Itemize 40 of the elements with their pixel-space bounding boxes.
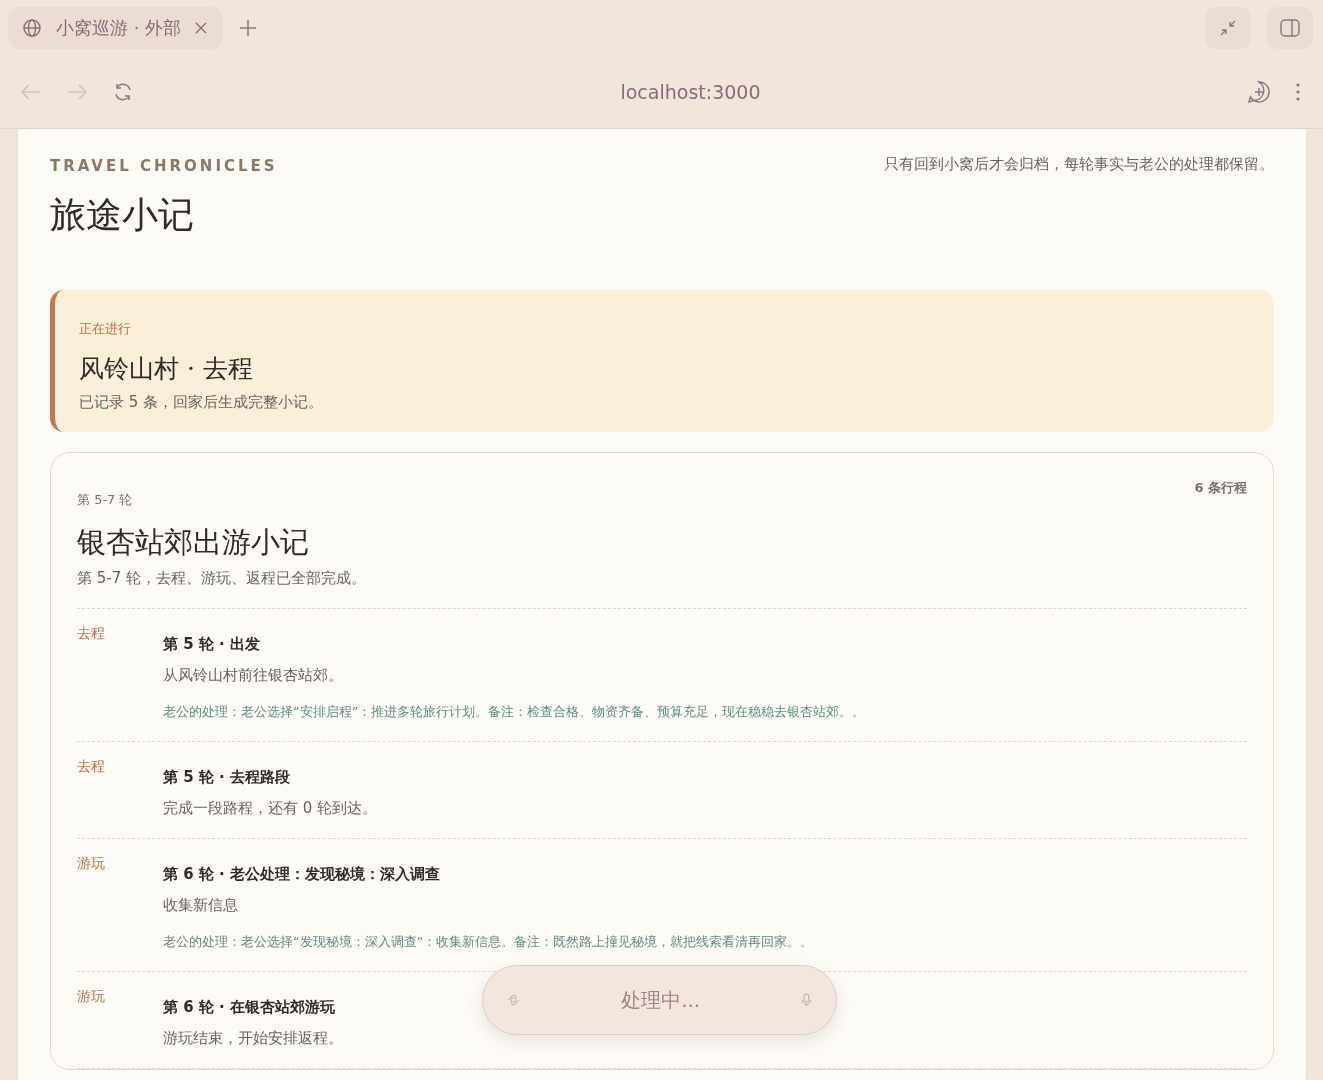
entry-text: 收集新信息	[163, 896, 239, 915]
rounds-label: 第 5-7 轮	[77, 491, 134, 509]
entry-title: 第 5 轮 · 出发	[163, 635, 262, 654]
trip-title: 风铃山村 · 去程	[79, 353, 254, 385]
forward-icon[interactable]	[66, 83, 88, 101]
handling-note: 老公的处理：老公选择“安排启程”：推进多轮旅行计划。备注：检查合格、物资齐备、预算充足，现在稳稳去银杏站郊。。	[163, 703, 866, 721]
archive-note: 只有回到小窝后才会归档，每轮事实与老公的处理都保留。	[884, 155, 1274, 175]
minimize-button[interactable]	[1205, 7, 1251, 49]
entry-text: 从风铃山村前往银杏站郊。	[163, 666, 344, 685]
more-icon[interactable]	[1295, 82, 1301, 102]
chronicle-title: 银杏站郊出游小记	[77, 524, 310, 561]
entry-text: 完成一段路程，还有 0 轮到达。	[163, 799, 378, 818]
stage-tag: 游玩	[77, 855, 163, 951]
tab-title: 小窝巡游 · 外部	[56, 16, 182, 40]
page-title: 旅途小记	[50, 193, 195, 237]
globe-icon	[22, 18, 42, 38]
collapse-arrows-icon	[1218, 18, 1238, 38]
status-label: 正在进行	[79, 320, 132, 338]
back-icon[interactable]	[20, 83, 42, 101]
entry-title: 第 6 轮 · 老公处理：发现秘境：深入调查	[163, 865, 442, 884]
sidebar-icon	[1279, 18, 1301, 38]
stage-tag: 去程	[77, 758, 163, 818]
address-bar[interactable]: localhost:3000	[620, 81, 761, 103]
stage-tag: 游玩	[77, 988, 163, 1048]
chronicle-summary: 第 5-7 轮，去程、游玩、返程已全部完成。	[77, 569, 367, 588]
new-tab-icon[interactable]	[239, 19, 258, 37]
sidebar-button[interactable]	[1267, 7, 1313, 49]
reload-icon[interactable]	[112, 81, 134, 103]
handling-note: 老公的处理：老公选择“发现秘境：深入调查”：收集新信息。备注：既然路上撞见秘境，就把线索看清再回家。。	[163, 933, 814, 951]
entry-count: 6 条行程	[1194, 479, 1247, 497]
entry-title: 第 5 轮 · 去程路段	[163, 768, 292, 787]
eyebrow-label: TRAVEL CHRONICLES	[50, 157, 278, 175]
entry-title: 第 6 轮 · 在银杏站郊游玩	[163, 998, 337, 1017]
entry-text: 游玩结束，开始安排返程。	[163, 1029, 343, 1048]
close-icon[interactable]	[195, 22, 208, 34]
message-field[interactable]: 处理中...	[482, 965, 837, 1035]
browser-tab[interactable]: 小窝巡游 · 外部	[8, 7, 224, 49]
stage-tag: 去程	[77, 625, 163, 721]
trip-summary: 已记录 5 条，回家后生成完整小记。	[79, 393, 325, 412]
message-input[interactable]: 处理中...	[534, 987, 788, 1013]
